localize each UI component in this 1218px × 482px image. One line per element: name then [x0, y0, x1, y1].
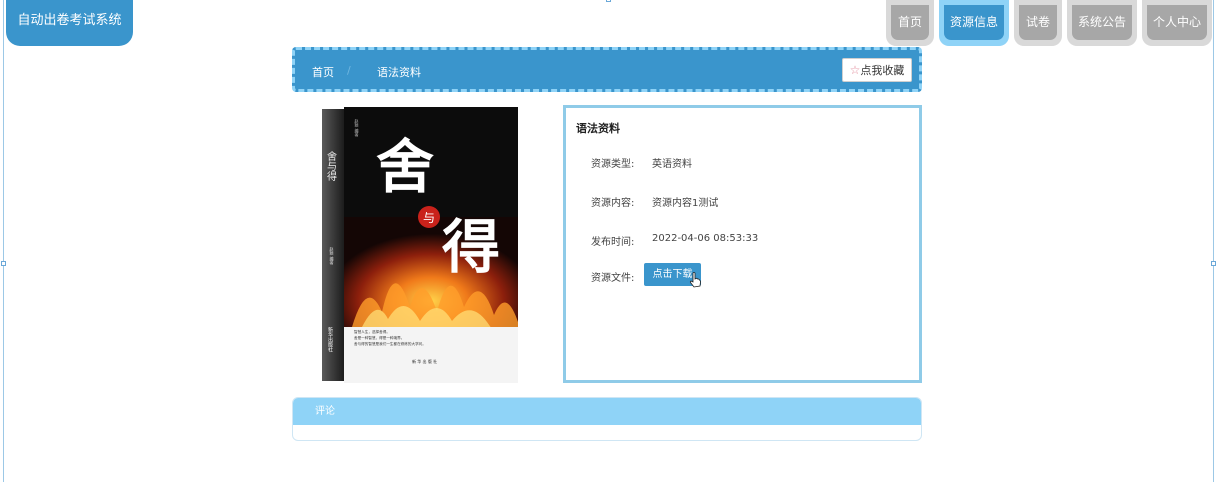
comments-panel: 评论 [292, 397, 922, 441]
book-cover-image: 赵颖 编著 舍与得 舍 与 得 赵颖 编著 新华出版社 智慧人生，选择舍得。 舍… [322, 107, 518, 383]
nav-papers-label: 试卷 [1019, 5, 1057, 40]
top-nav: 首页 资源信息 试卷 系统公告 个人中心 [881, 0, 1212, 46]
nav-home-label: 首页 [891, 5, 929, 40]
breadcrumb-current: 语法资料 [377, 66, 421, 79]
resize-handle-top[interactable] [606, 0, 611, 2]
resource-type-value: 英语资料 [652, 159, 692, 170]
star-icon: ☆ [849, 63, 861, 77]
favorite-button[interactable]: ☆点我收藏 [842, 58, 912, 82]
resource-content-label: 资源内容: [591, 198, 635, 209]
nav-resources-label: 资源信息 [944, 5, 1004, 40]
frame-border-right [1213, 0, 1214, 482]
cover-big-char-2: 得 [442, 213, 500, 281]
resource-title: 语法资料 [576, 122, 620, 135]
resource-content-value: 资源内容1测试 [652, 198, 719, 209]
frame-border-left [3, 0, 4, 482]
nav-personal-center-label: 个人中心 [1147, 5, 1207, 40]
cover-footer: 新 华 出 版 社 [412, 358, 437, 364]
cover-small-char: 与 [423, 211, 435, 225]
hand-cursor-icon [689, 272, 701, 288]
nav-announcements-label: 系统公告 [1072, 5, 1132, 40]
resource-type-label: 资源类型: [591, 159, 635, 170]
resource-detail-panel: 语法资料 资源类型: 英语资料 资源内容: 资源内容1测试 发布时间: 2022… [563, 105, 922, 383]
cover-big-char-1: 舍 [376, 133, 434, 201]
favorite-label: 点我收藏 [860, 64, 905, 77]
publish-time-label: 发布时间: [591, 237, 635, 248]
resize-handle-left[interactable] [1, 261, 6, 266]
nav-papers[interactable]: 试卷 [1014, 0, 1062, 46]
cover-vertical-title: 舍与得 [325, 150, 337, 181]
cover-author-bottom: 赵颖 编著 [330, 246, 335, 265]
cover-author: 赵颖 编著 [355, 118, 360, 137]
breadcrumb-home[interactable]: 首页 [312, 64, 334, 80]
nav-home[interactable]: 首页 [886, 0, 934, 46]
breadcrumb-separator: / [347, 64, 351, 77]
cover-spine-publisher: 新华出版社 [327, 326, 333, 353]
resize-handle-right[interactable] [1211, 261, 1216, 266]
breadcrumb: 首页 / 语法资料 ☆点我收藏 [292, 47, 922, 92]
nav-resources[interactable]: 资源信息 [939, 0, 1009, 46]
cover-blurb-3: 舍与得的智慧是我们一生都在修炼的大学问。 [354, 341, 426, 346]
publish-time-value: 2022-04-06 08:53:33 [652, 233, 759, 244]
app-logo-title: 自动出卷考试系统 [6, 0, 133, 46]
cover-blurb-2: 舍是一种智慧，得是一种境界。 [354, 335, 404, 340]
nav-personal-center[interactable]: 个人中心 [1142, 0, 1212, 46]
cover-blurb-1: 智慧人生，选择舍得。 [354, 329, 390, 334]
comments-title: 评论 [293, 398, 921, 425]
nav-announcements[interactable]: 系统公告 [1067, 0, 1137, 46]
